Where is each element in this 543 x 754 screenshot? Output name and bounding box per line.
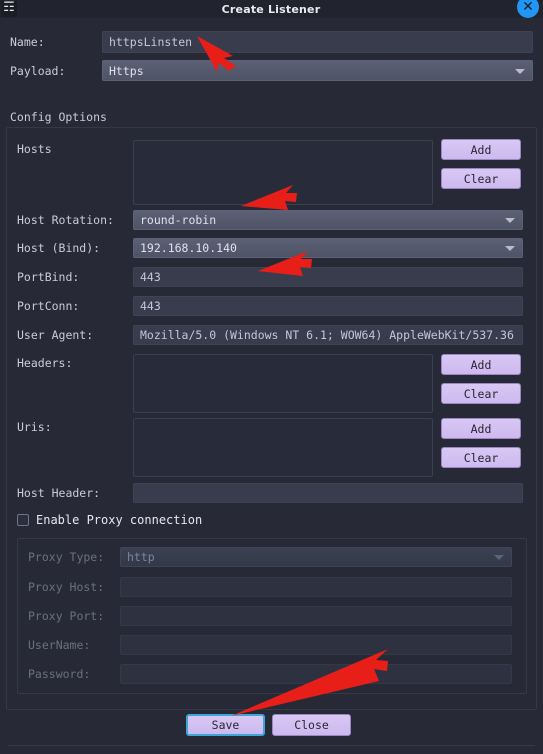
footer-divider xyxy=(8,745,535,746)
chevron-down-icon xyxy=(505,218,515,223)
proxy-type-select[interactable]: http xyxy=(120,547,512,567)
proxy-host-row: Proxy Host: xyxy=(28,577,516,597)
hosts-label: Hosts xyxy=(17,142,52,156)
proxy-type-label: Proxy Type: xyxy=(28,550,105,564)
config-options-title: Config Options xyxy=(10,110,107,124)
payload-selected-value: Https xyxy=(109,63,144,78)
portconn-input[interactable]: 443 xyxy=(133,296,523,316)
enable-proxy-checkbox-row[interactable]: Enable Proxy connection xyxy=(17,513,202,527)
portbind-row: PortBind: 443 xyxy=(17,267,523,287)
enable-proxy-checkbox[interactable] xyxy=(17,514,29,526)
host-bind-select[interactable]: 192.168.10.140 xyxy=(133,238,523,258)
host-bind-label: Host (Bind): xyxy=(17,241,101,255)
proxy-host-label: Proxy Host: xyxy=(28,580,105,594)
host-header-row: Host Header: xyxy=(17,483,523,503)
host-rotation-selected-value: round-robin xyxy=(140,213,217,227)
host-rotation-row: Host Rotation: round-robin xyxy=(17,210,523,230)
host-rotation-select[interactable]: round-robin xyxy=(133,210,523,230)
user-agent-label: User Agent: xyxy=(17,328,94,342)
proxy-password-input[interactable] xyxy=(120,664,512,684)
payload-label: Payload: xyxy=(10,63,66,78)
create-listener-dialog: ☶ Create Listener ✕ Name: httpsLinsten P… xyxy=(0,0,543,754)
host-bind-selected-value: 192.168.10.140 xyxy=(140,241,237,255)
proxy-host-input[interactable] xyxy=(120,577,512,597)
proxy-username-input[interactable] xyxy=(120,635,512,655)
proxy-password-row: Password: xyxy=(28,664,516,684)
proxy-port-row: Proxy Port: xyxy=(28,606,516,626)
name-input[interactable]: httpsLinsten xyxy=(102,31,533,53)
proxy-username-label: UserName: xyxy=(28,638,91,652)
user-agent-input[interactable]: Mozilla/5.0 (Windows NT 6.1; WOW64) Appl… xyxy=(133,325,523,345)
proxy-username-row: UserName: xyxy=(28,635,516,655)
host-header-input[interactable] xyxy=(133,483,523,503)
hosts-clear-button[interactable]: Clear xyxy=(441,168,521,189)
uris-label: Uris: xyxy=(17,420,52,434)
payload-row: Payload: Https xyxy=(10,60,533,81)
name-row: Name: httpsLinsten xyxy=(10,31,533,53)
proxy-type-row: Proxy Type: http xyxy=(28,547,516,567)
hosts-add-button[interactable]: Add xyxy=(441,139,521,160)
headers-add-button[interactable]: Add xyxy=(441,354,521,375)
app-figure-icon: ☶ xyxy=(1,0,17,17)
host-rotation-label: Host Rotation: xyxy=(17,213,114,227)
uris-clear-button[interactable]: Clear xyxy=(441,447,521,468)
uris-listbox[interactable] xyxy=(133,418,433,477)
portbind-label: PortBind: xyxy=(17,270,80,284)
uris-add-button[interactable]: Add xyxy=(441,418,521,439)
proxy-type-selected-value: http xyxy=(127,550,155,564)
payload-select[interactable]: Https xyxy=(102,60,533,81)
name-label: Name: xyxy=(10,35,45,49)
portconn-row: PortConn: 443 xyxy=(17,296,523,316)
hosts-listbox[interactable] xyxy=(133,140,433,205)
host-bind-row: Host (Bind): 192.168.10.140 xyxy=(17,238,523,258)
chevron-down-icon xyxy=(494,555,504,560)
proxy-port-label: Proxy Port: xyxy=(28,609,105,623)
enable-proxy-label: Enable Proxy connection xyxy=(36,513,203,527)
host-header-label: Host Header: xyxy=(17,486,101,500)
window-title: Create Listener xyxy=(221,2,321,16)
chevron-down-icon xyxy=(515,68,525,74)
headers-clear-button[interactable]: Clear xyxy=(441,383,521,404)
portbind-input[interactable]: 443 xyxy=(133,267,523,287)
proxy-port-input[interactable] xyxy=(120,606,512,626)
headers-listbox[interactable] xyxy=(133,354,433,413)
user-agent-row: User Agent: Mozilla/5.0 (Windows NT 6.1;… xyxy=(17,325,523,345)
close-button[interactable]: Close xyxy=(272,714,351,736)
portconn-label: PortConn: xyxy=(17,299,80,313)
save-button[interactable]: Save xyxy=(186,714,265,736)
app-icon-glyph: ☶ xyxy=(3,0,15,15)
title-bar: ☶ Create Listener ✕ xyxy=(0,0,543,18)
headers-label: Headers: xyxy=(17,356,73,370)
chevron-down-icon xyxy=(505,246,515,251)
proxy-password-label: Password: xyxy=(28,667,91,681)
